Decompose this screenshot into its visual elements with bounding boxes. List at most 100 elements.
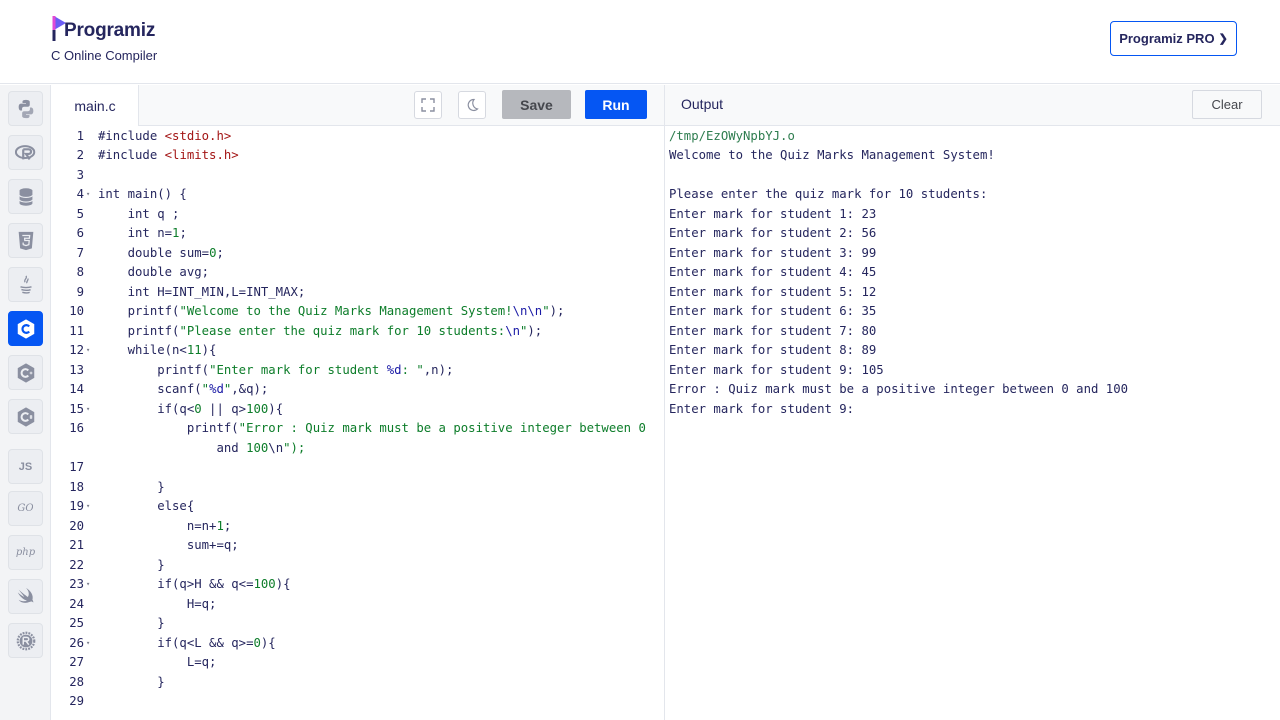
sidebar-item-python[interactable]	[8, 91, 43, 126]
language-sidebar: JS GO php	[0, 85, 51, 720]
code-line: 4 ▾ int main() {	[52, 185, 664, 205]
csharp-icon	[17, 406, 34, 427]
go-icon: GO	[17, 503, 34, 514]
programiz-pro-button[interactable]: Programiz PRO ❯	[1110, 21, 1237, 56]
line-number: 21	[69, 538, 84, 552]
code-text: }	[98, 616, 165, 630]
code-line: 24 H=q;	[52, 595, 664, 615]
code-text: printf("Enter mark for student %d: ",n);	[98, 362, 454, 377]
code-line: 25 }	[52, 614, 664, 634]
sidebar-item-swift[interactable]	[8, 579, 43, 614]
line-number: 16	[69, 421, 84, 435]
output-line: Enter mark for student 9:	[669, 401, 855, 416]
dark-mode-button[interactable]	[458, 91, 486, 119]
line-number: 19	[69, 499, 84, 513]
code-text: #include <stdio.h>	[98, 128, 232, 143]
line-number: 9	[76, 284, 84, 299]
sidebar-item-js[interactable]: JS	[8, 449, 43, 484]
fullscreen-button[interactable]	[414, 91, 442, 119]
code-text: }	[98, 674, 165, 689]
sidebar-item-go[interactable]: GO	[8, 491, 43, 526]
page-subtitle: C Online Compiler	[51, 48, 158, 63]
code-line: 7 double sum=0;	[52, 244, 664, 264]
sidebar-item-cpp[interactable]	[8, 355, 43, 390]
code-line: 15 ▾ if(q<0 || q>100){	[52, 400, 664, 420]
save-button[interactable]: Save	[502, 90, 571, 119]
line-number: 17	[69, 460, 84, 474]
line-number: 14	[69, 382, 84, 396]
output-line: Enter mark for student 6: 35	[669, 304, 877, 318]
code-text: }	[98, 479, 165, 494]
code-text: int q ;	[98, 206, 180, 221]
run-button[interactable]: Run	[585, 90, 647, 119]
code-line: 18 }	[52, 478, 664, 498]
sidebar-item-html[interactable]	[8, 223, 43, 258]
line-number: 8	[76, 265, 84, 279]
code-area[interactable]: 1 #include <stdio.h> 2 #include <limits.h> 3…	[52, 126, 664, 720]
line-number: 20	[69, 518, 84, 533]
fold-arrow-icon[interactable]: ▾	[86, 185, 90, 205]
fold-arrow-icon[interactable]: ▾	[86, 575, 90, 595]
programiz-logo[interactable]: Programiz	[52, 14, 192, 44]
code-text: int n=1;	[98, 226, 187, 240]
code-text: scanf("%d",&q);	[98, 382, 269, 396]
line-number: 7	[76, 245, 84, 260]
code-text: sum+=q;	[98, 538, 239, 552]
code-line: 12 ▾ while(n<11){	[52, 341, 664, 361]
output-line: Enter mark for student 5: 12	[669, 284, 877, 299]
code-text: if(q<0 || q>100){	[98, 401, 284, 416]
code-line: 10 printf("Welcome to the Quiz Marks Man…	[52, 302, 664, 322]
line-number: 28	[69, 674, 84, 689]
line-number: 13	[69, 362, 84, 377]
code-text: and 100\n");	[98, 440, 306, 455]
code-line: 9 int H=INT_MIN,L=INT_MAX;	[52, 283, 664, 303]
output-line: Enter mark for student 4: 45	[669, 265, 877, 279]
sidebar-item-csharp[interactable]	[8, 399, 43, 434]
c-icon	[17, 318, 34, 339]
sidebar-item-php[interactable]: php	[8, 535, 43, 570]
line-number: 22	[69, 557, 84, 572]
line-number: 15	[69, 401, 84, 416]
chevron-right-icon: ❯	[1218, 33, 1228, 45]
output-toolbar: Output Clear	[665, 85, 1280, 126]
output-line: Please enter the quiz mark for 10 studen…	[669, 187, 988, 201]
output-line: Enter mark for student 1: 23	[669, 206, 877, 221]
code-line: 8 double avg;	[52, 263, 664, 283]
code-line: 22 }	[52, 556, 664, 576]
r-icon	[14, 144, 35, 160]
sidebar-item-r[interactable]	[8, 135, 43, 170]
code-line: 19 ▾ else{	[52, 497, 664, 517]
code-line: 20 n=n+1;	[52, 517, 664, 537]
code-line: 1 #include <stdio.h>	[52, 127, 664, 147]
code-text: if(q<L && q>=0){	[98, 635, 276, 650]
sidebar-item-rust[interactable]	[8, 623, 43, 658]
fold-arrow-icon[interactable]: ▾	[86, 497, 90, 517]
line-number: 24	[69, 596, 84, 611]
line-number: 1	[76, 128, 84, 143]
code-line: 26 ▾ if(q<L && q>=0){	[52, 634, 664, 654]
logo-text: Programiz	[64, 20, 156, 41]
header: Programiz C Online Compiler Programiz PR…	[0, 0, 1280, 84]
code-editor-pane: main.c Save Run 1 #include <stdio.h> 2 #inc…	[52, 85, 664, 720]
sidebar-item-c[interactable]	[8, 311, 43, 346]
code-text: int main() {	[98, 187, 187, 201]
output-line: Enter mark for student 3: 99	[669, 245, 877, 260]
file-tab-main-c[interactable]: main.c	[52, 85, 139, 126]
html5-icon	[18, 231, 33, 250]
js-icon: JS	[18, 460, 33, 473]
fold-arrow-icon[interactable]: ▾	[86, 400, 90, 420]
code-text: printf("Please enter the quiz mark for 1…	[98, 323, 543, 338]
fold-arrow-icon[interactable]: ▾	[86, 341, 90, 361]
sidebar-item-java[interactable]	[8, 267, 43, 302]
code-line: 11 printf("Please enter the quiz mark fo…	[52, 322, 664, 342]
code-line: 21 sum+=q;	[52, 536, 664, 556]
code-line: 28 }	[52, 673, 664, 693]
code-text: while(n<11){	[98, 343, 217, 357]
code-line: 23 ▾ if(q>H && q<=100){	[52, 575, 664, 595]
line-number: 29	[69, 694, 84, 708]
line-number: 12	[69, 343, 84, 357]
clear-button[interactable]: Clear	[1192, 90, 1262, 119]
fold-arrow-icon[interactable]: ▾	[86, 634, 90, 654]
code-text: #include <limits.h>	[98, 148, 239, 162]
sidebar-item-sql[interactable]	[8, 179, 43, 214]
